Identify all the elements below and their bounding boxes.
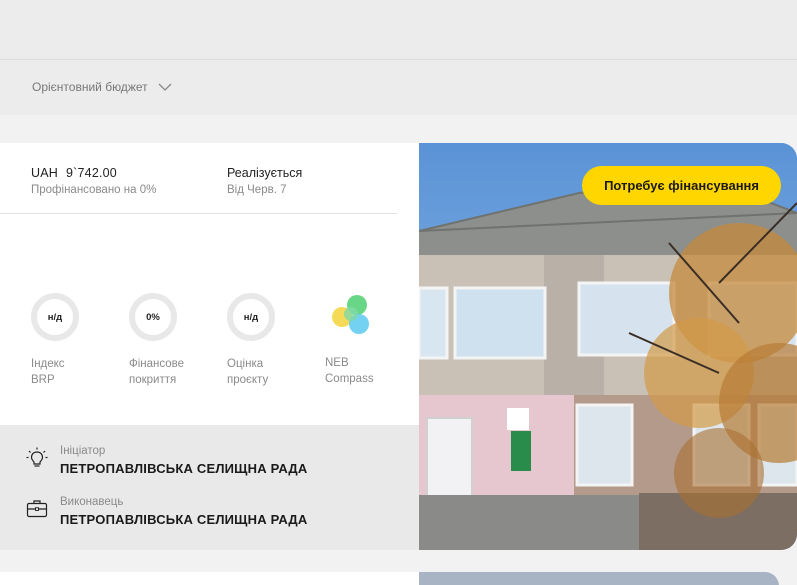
needs-funding-badge[interactable]: Потребує фінансування <box>582 166 781 205</box>
metric-label: Оцінка проєкту <box>227 358 269 386</box>
budget-block: UAH 9`742.00 Профінансовано на 0% <box>31 166 156 196</box>
budget-dropdown[interactable]: Орієнтовний бюджет <box>32 80 172 94</box>
metric-ring: н/д <box>31 293 79 341</box>
initiator: Ініціатор ПЕТРОПАВЛІВСЬКА СЕЛИЩНА РАДА <box>26 445 307 476</box>
briefcase-icon <box>26 500 48 518</box>
next-card-info <box>0 572 419 585</box>
neb-compass-logo <box>332 295 369 334</box>
project-photo[interactable]: Потребує фінансування <box>419 143 797 550</box>
metric-brp-index: н/д Індекс BRP <box>31 293 111 388</box>
metric-label: Індекс BRP <box>31 358 65 386</box>
project-card[interactable]: UAH 9`742.00 Профінансовано на 0% Реалізу… <box>0 143 797 550</box>
executor: Виконавець ПЕТРОПАВЛІВСЬКА СЕЛИЩНА РАДА <box>26 496 307 527</box>
status-date: Від Черв. 7 <box>227 184 287 196</box>
chevron-down-icon <box>158 83 172 91</box>
status-block: Реалізується Від Черв. 7 <box>227 166 302 196</box>
neb-label: NEB Compass <box>325 357 374 385</box>
metric-label: Фінансове покриття <box>129 358 185 386</box>
amount-value: 9`742.00 <box>66 166 117 180</box>
project-info-panel: UAH 9`742.00 Профінансовано на 0% Реалізу… <box>0 143 419 550</box>
next-project-card[interactable] <box>0 572 797 585</box>
neb-compass[interactable]: NEB Compass <box>325 291 395 387</box>
top-band <box>0 0 797 60</box>
budget-dropdown-label: Орієнтовний бюджет <box>32 80 148 94</box>
participants: Ініціатор ПЕТРОПАВЛІВСЬКА СЕЛИЩНА РАДА В… <box>0 425 419 550</box>
financed-percent: Профінансовано на 0% <box>31 184 157 196</box>
metric-project-rating: н/д Оцінка проєкту <box>227 293 307 388</box>
metric-financial-coverage: 0% Фінансове покриття <box>129 293 209 388</box>
divider <box>0 213 397 214</box>
executor-org[interactable]: ПЕТРОПАВЛІВСЬКА СЕЛИЩНА РАДА <box>60 512 307 527</box>
lightbulb-icon <box>26 447 48 467</box>
initiator-role: Ініціатор <box>60 445 106 457</box>
next-card-photo <box>419 572 779 585</box>
currency: UAH <box>31 166 58 180</box>
executor-role: Виконавець <box>60 496 124 508</box>
filter-bar: Орієнтовний бюджет <box>0 60 797 115</box>
metric-ring: 0% <box>129 293 177 341</box>
budget-amount: UAH 9`742.00 <box>31 166 156 180</box>
project-status: Реалізується <box>227 166 303 180</box>
metric-ring: н/д <box>227 293 275 341</box>
initiator-org[interactable]: ПЕТРОПАВЛІВСЬКА СЕЛИЩНА РАДА <box>60 461 307 476</box>
